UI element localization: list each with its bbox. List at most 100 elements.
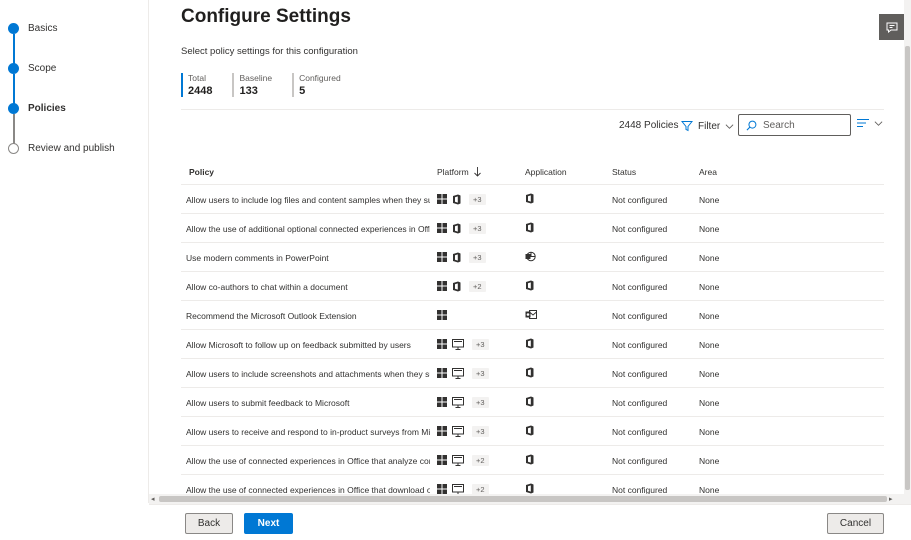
step-review-and-publish[interactable]: Review and publish bbox=[8, 143, 115, 154]
step-basics[interactable]: Basics bbox=[8, 23, 57, 34]
column-header-label: Platform bbox=[437, 167, 469, 177]
area-cell: None bbox=[699, 340, 720, 350]
windows-icon bbox=[437, 397, 447, 407]
stat-total[interactable]: Total 2448 bbox=[181, 73, 212, 97]
office-icon bbox=[452, 223, 461, 234]
platform-more-badge[interactable]: +3 bbox=[469, 193, 486, 205]
filter-label: Filter bbox=[698, 120, 721, 132]
column-header-platform[interactable]: Platform bbox=[437, 167, 482, 177]
desktop-icon bbox=[452, 425, 464, 437]
platform-cell: +2 bbox=[437, 452, 489, 468]
policy-name[interactable]: Allow Microsoft to follow up on feedback… bbox=[186, 340, 430, 350]
office-icon bbox=[525, 222, 534, 235]
table-row[interactable]: Allow Microsoft to follow up on feedback… bbox=[181, 330, 884, 359]
next-button[interactable]: Next bbox=[244, 513, 293, 534]
platform-more-badge[interactable]: +3 bbox=[472, 425, 489, 437]
table-row[interactable]: Allow users to submit feedback to Micros… bbox=[181, 388, 884, 417]
windows-icon bbox=[437, 223, 447, 233]
table-row[interactable]: Allow the use of additional optional con… bbox=[181, 214, 884, 243]
stat-configured[interactable]: Configured 5 bbox=[292, 73, 341, 97]
area-cell: None bbox=[699, 253, 720, 263]
policy-name[interactable]: Allow users to receive and respond to in… bbox=[186, 427, 430, 437]
policy-name[interactable]: Allow users to include screenshots and a… bbox=[186, 369, 430, 379]
table-row[interactable]: Allow users to receive and respond to in… bbox=[181, 417, 884, 446]
windows-icon bbox=[437, 426, 447, 436]
area-cell: None bbox=[699, 195, 720, 205]
scrollbar-thumb[interactable] bbox=[905, 46, 910, 490]
scrollbar-thumb[interactable] bbox=[159, 496, 887, 502]
office-icon bbox=[525, 396, 534, 409]
platform-more-badge[interactable]: +3 bbox=[472, 367, 489, 379]
search-box[interactable] bbox=[738, 114, 851, 136]
scroll-right-icon[interactable]: ▸ bbox=[889, 495, 893, 503]
desktop-icon bbox=[452, 338, 464, 350]
search-icon bbox=[746, 120, 757, 130]
column-header-status[interactable]: Status bbox=[612, 167, 636, 177]
office-icon bbox=[525, 338, 534, 351]
status-cell: Not configured bbox=[612, 398, 668, 408]
scroll-left-icon[interactable]: ◂ bbox=[151, 495, 155, 503]
status-cell: Not configured bbox=[612, 369, 668, 379]
powerpoint-icon bbox=[525, 251, 536, 264]
platform-more-badge[interactable]: +2 bbox=[472, 454, 489, 466]
platform-more-badge[interactable]: +3 bbox=[469, 251, 486, 263]
column-header-area[interactable]: Area bbox=[699, 167, 717, 177]
table-row[interactable]: Allow co-authors to chat within a docume… bbox=[181, 272, 884, 301]
platform-cell: +3 bbox=[437, 336, 489, 352]
office-icon bbox=[525, 367, 534, 380]
policy-name[interactable]: Allow users to include log files and con… bbox=[186, 195, 430, 205]
stat-label: Configured bbox=[299, 73, 341, 83]
step-policies[interactable]: Policies bbox=[8, 103, 66, 114]
platform-cell bbox=[437, 307, 452, 323]
platform-more-badge[interactable]: +2 bbox=[472, 483, 489, 495]
platform-cell: +2 bbox=[437, 278, 486, 294]
office-icon bbox=[525, 280, 534, 293]
step-scope[interactable]: Scope bbox=[8, 63, 56, 74]
policy-name[interactable]: Allow co-authors to chat within a docume… bbox=[186, 282, 430, 292]
area-cell: None bbox=[699, 456, 720, 466]
policy-name[interactable]: Allow the use of connected experiences i… bbox=[186, 456, 430, 466]
feedback-button[interactable] bbox=[879, 14, 905, 40]
vertical-scrollbar[interactable] bbox=[904, 0, 911, 494]
step-connector bbox=[13, 74, 15, 104]
status-cell: Not configured bbox=[612, 340, 668, 350]
stat-baseline[interactable]: Baseline 133 bbox=[232, 73, 272, 97]
filter-button[interactable]: Filter bbox=[681, 117, 739, 135]
platform-cell: +3 bbox=[437, 423, 489, 439]
table-row[interactable]: Allow the use of connected experiences i… bbox=[181, 446, 884, 475]
windows-icon bbox=[437, 339, 447, 349]
back-button[interactable]: Back bbox=[185, 513, 233, 534]
office-icon bbox=[452, 252, 461, 263]
platform-more-badge[interactable]: +2 bbox=[469, 280, 486, 292]
table-row[interactable]: Use modern comments in PowerPoint +3 Not c… bbox=[181, 243, 884, 272]
policy-name[interactable]: Recommend the Microsoft Outlook Extensio… bbox=[186, 311, 430, 321]
stat-value: 2448 bbox=[188, 85, 213, 97]
wizard-footer: Back Next Cancel bbox=[149, 504, 911, 540]
status-cell: Not configured bbox=[612, 253, 668, 263]
horizontal-scrollbar[interactable]: ◂ ▸ bbox=[149, 494, 911, 504]
status-cell: Not configured bbox=[612, 195, 668, 205]
platform-cell: +3 bbox=[437, 394, 489, 410]
step-connector bbox=[13, 34, 15, 64]
table-row[interactable]: Recommend the Microsoft Outlook Extensio… bbox=[181, 301, 884, 330]
view-options-button[interactable] bbox=[857, 118, 883, 128]
step-complete-icon bbox=[8, 63, 19, 74]
platform-more-badge[interactable]: +3 bbox=[469, 222, 486, 234]
table-row[interactable]: Allow users to include log files and con… bbox=[181, 185, 884, 214]
chevron-down-icon bbox=[874, 120, 883, 126]
policy-name[interactable]: Use modern comments in PowerPoint bbox=[186, 253, 430, 263]
platform-more-badge[interactable]: +3 bbox=[472, 396, 489, 408]
table-row[interactable]: Allow users to include screenshots and a… bbox=[181, 359, 884, 388]
sort-descending-icon bbox=[473, 167, 481, 177]
step-connector bbox=[13, 114, 15, 144]
platform-more-badge[interactable]: +3 bbox=[472, 338, 489, 350]
column-header-application[interactable]: Application bbox=[525, 167, 567, 177]
area-cell: None bbox=[699, 369, 720, 379]
column-header-policy[interactable]: Policy bbox=[189, 167, 214, 177]
step-current-icon bbox=[8, 103, 19, 114]
policy-name[interactable]: Allow the use of additional optional con… bbox=[186, 224, 430, 234]
windows-icon bbox=[437, 484, 447, 494]
cancel-button[interactable]: Cancel bbox=[827, 513, 884, 534]
policy-name[interactable]: Allow users to submit feedback to Micros… bbox=[186, 398, 430, 408]
search-input[interactable] bbox=[763, 119, 843, 131]
